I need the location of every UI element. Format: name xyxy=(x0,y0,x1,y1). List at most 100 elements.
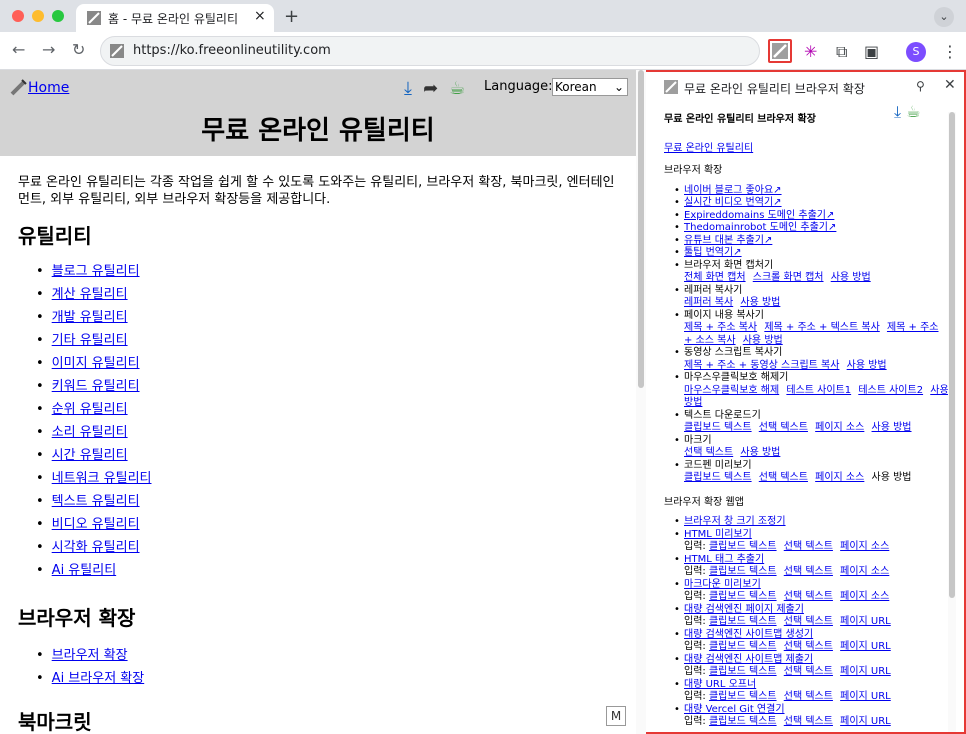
corner-widget-icon[interactable]: M xyxy=(606,706,626,726)
utility-link[interactable]: 시각화 유틸리티 xyxy=(52,540,140,555)
utility-link[interactable]: 비디오 유틸리티 xyxy=(52,517,140,532)
webapp-link[interactable]: 대량 Vercel Git 연결기 xyxy=(684,704,785,715)
extension-freeonlineutility-button[interactable] xyxy=(768,39,792,63)
page-scroll-thumb[interactable] xyxy=(638,70,644,388)
side-panel-close-button[interactable]: ✕ xyxy=(944,77,956,93)
extension-action-link[interactable]: 사용 방법 xyxy=(872,422,912,433)
webapp-link[interactable]: 브라우저 창 크기 조정기 xyxy=(684,516,786,527)
extension-link[interactable]: 유튜브 대본 추출기↗ xyxy=(684,235,772,246)
webapp-link[interactable]: 대량 검색엔진 페이지 제출기 xyxy=(684,604,804,615)
webapp-input-link[interactable]: 클립보드 텍스트 xyxy=(709,666,777,677)
profile-avatar[interactable]: S xyxy=(906,42,926,62)
extension-action-link[interactable]: 사용 방법 xyxy=(743,335,783,346)
webapp-input-link[interactable]: 선택 텍스트 xyxy=(784,616,833,627)
extension-action-link[interactable]: 선택 텍스트 xyxy=(684,447,733,458)
utility-link[interactable]: 계산 유틸리티 xyxy=(52,287,128,302)
reload-button[interactable]: ↻ xyxy=(72,40,85,59)
extension-action-link[interactable]: 선택 텍스트 xyxy=(759,422,808,433)
extension-action-link[interactable]: 페이지 소스 xyxy=(815,472,864,483)
side-panel-scrollbar[interactable] xyxy=(948,112,956,732)
extension-link[interactable]: 브라우저 확장 xyxy=(52,648,128,663)
tab-close-icon[interactable]: × xyxy=(254,8,266,24)
language-select[interactable]: Korean ⌄ xyxy=(552,78,628,96)
webapp-input-link[interactable]: 선택 텍스트 xyxy=(784,691,833,702)
webapp-link[interactable]: 마크다운 미리보기 xyxy=(684,579,761,590)
utility-link[interactable]: 블로그 유틸리티 xyxy=(52,264,140,279)
webapp-input-link[interactable]: 페이지 소스 xyxy=(840,591,889,602)
utility-link[interactable]: 키워드 유틸리티 xyxy=(52,379,140,394)
webapp-input-link[interactable]: 페이지 소스 xyxy=(840,541,889,552)
webapp-input-link[interactable]: 페이지 URL xyxy=(840,666,891,677)
extension-action-link[interactable]: 사용 방법 xyxy=(831,272,871,283)
extension-action-link[interactable]: 페이지 소스 xyxy=(815,422,864,433)
minimize-window-button[interactable] xyxy=(32,10,44,22)
extension-action-link[interactable]: 클립보드 텍스트 xyxy=(684,422,752,433)
coffee-icon[interactable]: ☕ xyxy=(906,102,920,121)
extension-link[interactable]: Ai 브라우저 확장 xyxy=(52,671,145,686)
share-icon[interactable]: ➦ xyxy=(423,78,438,99)
address-bar[interactable]: https://ko.freeonlineutility.com xyxy=(100,36,760,66)
webapp-input-link[interactable]: 선택 텍스트 xyxy=(784,566,833,577)
webapp-link[interactable]: 대량 검색엔진 사이트맵 제출기 xyxy=(684,654,813,665)
utility-link[interactable]: 네트워크 유틸리티 xyxy=(52,471,152,486)
utility-link[interactable]: 이미지 유틸리티 xyxy=(52,356,140,371)
extension-action-link[interactable]: 테스트 사이트1 xyxy=(786,385,851,396)
extension-action-link[interactable]: 사용 방법 xyxy=(847,360,887,371)
webapp-input-link[interactable]: 페이지 URL xyxy=(840,716,891,727)
back-button[interactable]: ← xyxy=(12,40,25,59)
webapp-input-link[interactable]: 페이지 URL xyxy=(840,691,891,702)
webapp-input-link[interactable]: 선택 텍스트 xyxy=(784,541,833,552)
side-panel-scroll-thumb[interactable] xyxy=(949,112,955,598)
utility-link[interactable]: 텍스트 유틸리티 xyxy=(52,494,140,509)
webapp-input-link[interactable]: 페이지 URL xyxy=(840,616,891,627)
close-window-button[interactable] xyxy=(12,10,24,22)
extension-action-link[interactable]: 전체 화면 캡처 xyxy=(684,272,746,283)
utility-link[interactable]: 개발 유틸리티 xyxy=(52,310,128,325)
webapp-input-link[interactable]: 클립보드 텍스트 xyxy=(709,566,777,577)
browser-tab-home[interactable]: 홈 - 무료 온라인 유틸리티 × xyxy=(76,4,274,32)
maximize-window-button[interactable] xyxy=(52,10,64,22)
side-panel-icon[interactable]: ▣ xyxy=(864,42,879,61)
extension-action-link[interactable]: 테스트 사이트2 xyxy=(858,385,923,396)
tab-search-button[interactable]: ⌄ xyxy=(934,7,954,27)
download-icon[interactable]: ⤓ xyxy=(404,78,412,99)
download-icon[interactable]: ⤓ xyxy=(894,102,901,121)
extension-action-link[interactable]: 제목 + 주소 + 동영상 스크립트 복사 xyxy=(684,360,839,371)
home-link[interactable]: Home xyxy=(28,80,69,96)
webapp-link[interactable]: 대량 검색엔진 사이트맵 생성기 xyxy=(684,629,813,640)
extension-action-link[interactable]: 마우스우클릭보호 해제 xyxy=(684,385,779,396)
extension-link[interactable]: 툴팁 번역기↗ xyxy=(684,247,742,258)
forward-button[interactable]: → xyxy=(42,40,55,59)
browser-menu-icon[interactable]: ⋮ xyxy=(942,42,958,61)
extension-link[interactable]: 네이버 블로그 좋아요↗ xyxy=(684,185,782,196)
extension-action-link[interactable]: 사용 방법 xyxy=(740,447,780,458)
extension-action-link[interactable]: 선택 텍스트 xyxy=(759,472,808,483)
new-tab-button[interactable]: + xyxy=(284,6,299,27)
utility-link[interactable]: 기타 유틸리티 xyxy=(52,333,128,348)
webapp-input-link[interactable]: 선택 텍스트 xyxy=(784,716,833,727)
extension-link[interactable]: 실시간 비디오 번역기↗ xyxy=(684,197,782,208)
webapp-input-link[interactable]: 선택 텍스트 xyxy=(784,591,833,602)
webapp-input-link[interactable]: 페이지 URL xyxy=(840,641,891,652)
webapp-link[interactable]: HTML 미리보기 xyxy=(684,529,752,540)
webapp-input-link[interactable]: 클립보드 텍스트 xyxy=(709,641,777,652)
coffee-icon[interactable]: ☕ xyxy=(449,78,465,99)
extension-action-link[interactable]: 클립보드 텍스트 xyxy=(684,472,752,483)
pin-icon[interactable]: ⚲ xyxy=(916,79,925,93)
extension-action-link[interactable]: 스크롤 화면 캡처 xyxy=(753,272,824,283)
extensions-puzzle-icon[interactable]: ⧉ xyxy=(836,42,847,62)
utility-link[interactable]: Ai 유틸리티 xyxy=(52,563,116,578)
webapp-input-link[interactable]: 클립보드 텍스트 xyxy=(709,691,777,702)
webapp-input-link[interactable]: 선택 텍스트 xyxy=(784,666,833,677)
utility-link[interactable]: 소리 유틸리티 xyxy=(52,425,128,440)
extension-action-link[interactable]: 사용 방법 xyxy=(740,297,780,308)
webapp-input-link[interactable]: 클립보드 텍스트 xyxy=(709,716,777,727)
utility-link[interactable]: 순위 유틸리티 xyxy=(52,402,128,417)
extension-link[interactable]: Thedomainrobot 도메인 추출기↗ xyxy=(684,222,836,233)
extension-spark-icon[interactable]: ✳ xyxy=(804,42,817,61)
extension-action-link[interactable]: 제목 + 주소 + 텍스트 복사 xyxy=(764,322,879,333)
webapp-input-link[interactable]: 클립보드 텍스트 xyxy=(709,616,777,627)
extension-action-link[interactable]: 레퍼러 복사 xyxy=(684,297,733,308)
webapp-input-link[interactable]: 클립보드 텍스트 xyxy=(709,541,777,552)
extension-link[interactable]: Expireddomains 도메인 추출기↗ xyxy=(684,210,834,221)
